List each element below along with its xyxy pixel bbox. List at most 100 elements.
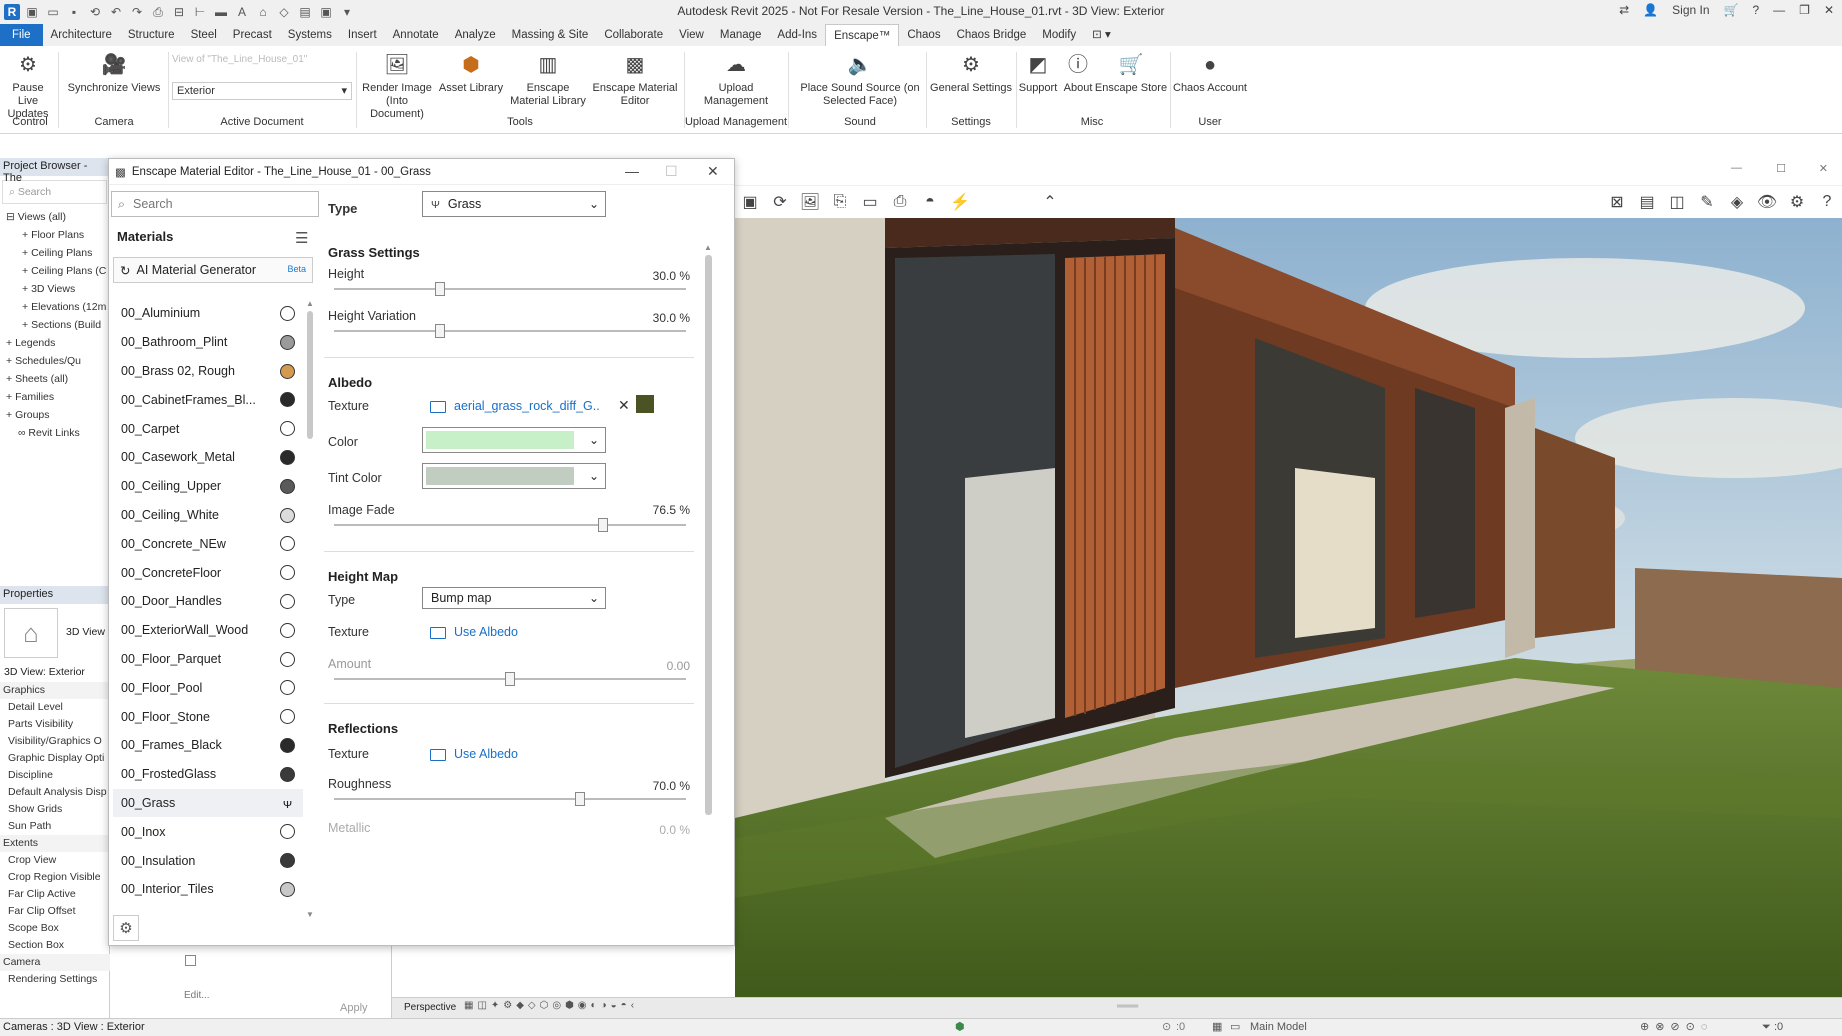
tree-item[interactable]: + Groups	[0, 406, 109, 424]
editor-settings-button[interactable]: ⚙	[113, 915, 139, 941]
enscape-store-button[interactable]: 🛒 Enscape Store	[1094, 52, 1168, 95]
height-map-type-dropdown[interactable]: Bump map ⌄	[422, 587, 606, 609]
save-icon[interactable]: ▪	[65, 4, 83, 20]
enscape-close-button[interactable]: ✕	[1819, 162, 1828, 175]
folder-icon[interactable]	[430, 627, 446, 639]
folder-icon[interactable]	[430, 401, 446, 413]
tree-item[interactable]: + Ceiling Plans (C	[0, 262, 109, 280]
bolt-icon[interactable]: ⚡	[945, 188, 975, 216]
tab-architecture[interactable]: Architecture	[43, 24, 120, 46]
filter-icon[interactable]: ⏷	[1762, 1019, 1771, 1036]
material-search-input[interactable]	[133, 197, 294, 211]
visual-settings-eye-icon[interactable]: 👁	[1752, 188, 1782, 216]
customize-qat-icon[interactable]: ▾	[338, 4, 356, 20]
editor-minimize-button[interactable]: —	[625, 163, 639, 179]
help-circle-icon[interactable]: ?	[1812, 188, 1842, 216]
help-icon[interactable]: ?	[1752, 3, 1759, 17]
tab-annotate[interactable]: Annotate	[385, 24, 447, 46]
view-management-icon[interactable]: ⊠	[1602, 188, 1632, 216]
height-variation-slider[interactable]	[334, 324, 686, 338]
tab-chaos-bridge[interactable]: Chaos Bridge	[949, 24, 1035, 46]
main-model-label[interactable]: Main Model	[1250, 1019, 1307, 1036]
status-select-icons[interactable]: ⊕⊗⊘⊙◌	[1640, 1019, 1713, 1036]
reflections-texture-link[interactable]: Use Albedo	[454, 747, 518, 761]
albedo-texture-link[interactable]: aerial_grass_rock_diff_G...	[454, 399, 600, 413]
info-center-icon[interactable]: ⇄	[1619, 3, 1629, 17]
edit-rendering-button[interactable]: Edit...	[184, 990, 210, 1001]
material-list-item[interactable]: 00_Door_Handles	[113, 587, 303, 616]
editor-maximize-button[interactable]: ☐	[665, 163, 678, 180]
material-list-item[interactable]: 00_Inox	[113, 817, 303, 846]
thin-lines-icon[interactable]: ▤	[296, 4, 314, 20]
support-button[interactable]: ◩ Support	[1016, 52, 1060, 95]
apply-button[interactable]: Apply	[340, 1002, 368, 1014]
material-list-item[interactable]: 00_Floor_Pool	[113, 673, 303, 702]
material-list-scrollbar[interactable]: ▲ ▼	[303, 299, 315, 919]
tree-item[interactable]: + Families	[0, 388, 109, 406]
tab-enscape[interactable]: Enscape™	[825, 24, 900, 46]
view-control-icons[interactable]: ▦◫✦⚙◆◇⬡◎⬢◉◐◑◒◓‹	[464, 1000, 638, 1011]
cart-icon[interactable]: 🛒	[1724, 3, 1739, 17]
material-search[interactable]: ⌕	[111, 191, 319, 217]
tag-icon[interactable]: ▬	[212, 4, 230, 20]
sign-in-link[interactable]: Sign In	[1672, 3, 1709, 17]
collapse-chevron-icon[interactable]: ⌃	[1035, 188, 1065, 216]
place-sound-source-button[interactable]: 🔈 Place Sound Source (on Selected Face)	[800, 52, 920, 108]
section-icon[interactable]: ◇	[275, 4, 293, 20]
tab-systems[interactable]: Systems	[280, 24, 340, 46]
tree-item[interactable]: + Floor Plans	[0, 226, 109, 244]
tree-item[interactable]: ⊟ Views (all)	[0, 208, 109, 226]
image-fade-slider-thumb[interactable]	[598, 518, 609, 532]
tab-modify[interactable]: Modify	[1034, 24, 1084, 46]
pause-live-updates-button[interactable]: ⚙ Pause Live Updates	[2, 52, 54, 121]
restore-window-button[interactable]: ❐	[1799, 3, 1810, 17]
gallery-icon[interactable]: ▤	[1632, 188, 1662, 216]
roughness-slider[interactable]	[334, 792, 686, 806]
material-list-item[interactable]: 00_Ceiling_White	[113, 501, 303, 530]
material-list-item[interactable]: 00_ConcreteFloor	[113, 558, 303, 587]
section-box-checkbox[interactable]	[185, 955, 196, 966]
tree-item[interactable]: + Ceiling Plans	[0, 244, 109, 262]
revit-logo-icon[interactable]: R	[4, 4, 20, 20]
vr-headset-icon[interactable]: ◓	[915, 188, 945, 216]
perspective-label[interactable]: Perspective	[404, 1002, 456, 1013]
active-document-select[interactable]: Exterior ▾	[172, 82, 352, 100]
remove-texture-icon[interactable]: ✕	[618, 397, 630, 414]
tree-item[interactable]: ∞ Revit Links	[0, 424, 109, 442]
atmosphere-icon[interactable]: ◈	[1722, 188, 1752, 216]
sun-icon[interactable]: ✎	[1692, 188, 1722, 216]
undo-icon[interactable]: ↶	[107, 4, 125, 20]
print-icon[interactable]: ⎙	[149, 4, 167, 20]
material-list-item[interactable]: 00_CabinetFrames_Bl...	[113, 385, 303, 414]
material-list-item[interactable]: 00_Carpet	[113, 414, 303, 443]
tree-item[interactable]: + Schedules/Qu	[0, 352, 109, 370]
tab-steel[interactable]: Steel	[183, 24, 225, 46]
tab-massing-site[interactable]: Massing & Site	[504, 24, 597, 46]
export-file-icon[interactable]: ⎙	[885, 188, 915, 216]
tab-precast[interactable]: Precast	[225, 24, 280, 46]
folder-icon[interactable]	[430, 749, 446, 761]
material-library-button[interactable]: ▥ Enscape Material Library	[506, 52, 590, 108]
section-cube-icon[interactable]: ◫	[1662, 188, 1692, 216]
tab-collaborate[interactable]: Collaborate	[596, 24, 671, 46]
enscape-render-viewport[interactable]	[735, 218, 1842, 998]
tab-insert[interactable]: Insert	[340, 24, 385, 46]
general-settings-button[interactable]: ⚙ General Settings	[930, 52, 1012, 95]
enscape-maximize-button[interactable]: ☐	[1776, 162, 1786, 175]
orbit-icon[interactable]: ⟳	[765, 188, 795, 216]
tree-item[interactable]: + Sections (Build	[0, 316, 109, 334]
material-list-item[interactable]: 00_Aluminium	[113, 299, 303, 328]
height-slider[interactable]	[334, 282, 686, 296]
tint-color-picker[interactable]: ⌄	[422, 463, 606, 489]
material-list-item[interactable]: 00_Insulation	[113, 846, 303, 875]
render-image-button[interactable]: 🖼 Render Image (Into Document)	[360, 52, 434, 121]
material-list-item[interactable]: 00_Brass 02, Rough	[113, 357, 303, 386]
properties-scrollbar[interactable]: ▲	[702, 243, 714, 835]
materials-menu-icon[interactable]: ☰	[295, 229, 308, 247]
tree-item[interactable]: + 3D Views	[0, 280, 109, 298]
tab-manage[interactable]: Manage	[712, 24, 770, 46]
close-window-button[interactable]: ✕	[1824, 3, 1834, 17]
panorama-icon[interactable]: ▭	[855, 188, 885, 216]
material-list-item[interactable]: 00_Floor_Parquet	[113, 645, 303, 674]
image-export-icon[interactable]: 🖼	[795, 188, 825, 216]
